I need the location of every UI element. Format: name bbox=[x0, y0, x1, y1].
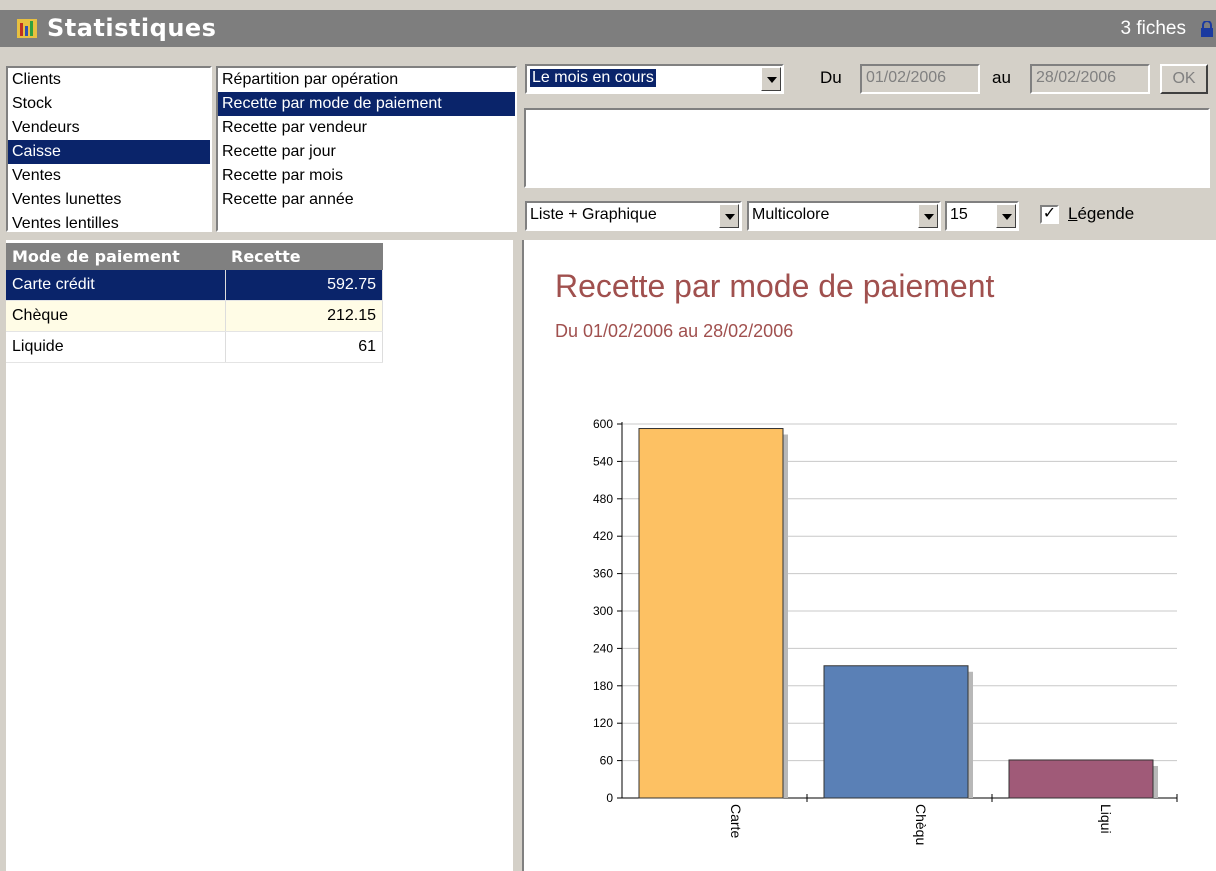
y-tick-label: 120 bbox=[593, 716, 613, 730]
y-tick-label: 300 bbox=[593, 604, 613, 618]
y-tick-label: 600 bbox=[593, 417, 613, 431]
y-tick-label: 240 bbox=[593, 641, 613, 655]
y-tick-label: 420 bbox=[593, 529, 613, 543]
ok-button[interactable]: OK bbox=[1160, 64, 1208, 94]
bar-chart: 0 60 120 180 240 300 360 420 480 540 600 Carte Chèqu… bbox=[593, 417, 1178, 845]
category-item-vendeurs[interactable]: Vendeurs bbox=[8, 116, 210, 140]
view-mode-select[interactable]: Liste + Graphique bbox=[525, 201, 742, 231]
table-cell-mode: Liquide bbox=[6, 331, 226, 363]
table-row[interactable]: Carte crédit 592.75 bbox=[6, 270, 383, 301]
table-cell-mode: Carte crédit bbox=[6, 270, 226, 301]
chevron-down-icon[interactable] bbox=[719, 204, 739, 228]
x-tick-label: Carte bbox=[728, 804, 744, 838]
chart-subtitle: Du 01/02/2006 au 28/02/2006 bbox=[555, 321, 794, 341]
y-tick-label: 60 bbox=[600, 754, 614, 768]
legend-label[interactable]: Légende bbox=[1068, 204, 1134, 224]
category-item-ventes-lentilles[interactable]: Ventes lentilles bbox=[8, 212, 210, 236]
category-item-caisse[interactable]: Caisse bbox=[8, 140, 210, 164]
report-list[interactable]: Répartition par opération Recette par mo… bbox=[216, 66, 517, 232]
pane-splitter[interactable] bbox=[512, 240, 524, 871]
chevron-down-icon[interactable] bbox=[918, 204, 938, 228]
report-item-annee[interactable]: Recette par année bbox=[218, 188, 515, 212]
bar bbox=[1008, 759, 1154, 799]
chevron-down-icon[interactable] bbox=[996, 204, 1016, 228]
size-select[interactable]: 15 bbox=[945, 201, 1019, 231]
date-from-field[interactable]: 01/02/2006 bbox=[860, 64, 980, 94]
y-tick-label: 480 bbox=[593, 492, 613, 506]
x-tick-label: Liqui bbox=[1098, 804, 1114, 834]
category-item-ventes-lunettes[interactable]: Ventes lunettes bbox=[8, 188, 210, 212]
period-select-value: Le mois en cours bbox=[529, 68, 657, 88]
table-header-row: Mode de paiement Recette bbox=[6, 243, 383, 270]
bar bbox=[823, 665, 969, 799]
view-mode-value: Liste + Graphique bbox=[530, 206, 657, 223]
table-row[interactable]: Chèque 212.15 bbox=[6, 300, 383, 332]
report-item-mois[interactable]: Recette par mois bbox=[218, 164, 515, 188]
report-item-repartition[interactable]: Répartition par opération bbox=[218, 68, 515, 92]
date-from-label: Du bbox=[820, 68, 842, 87]
results-table: Mode de paiement Recette Carte crédit 59… bbox=[6, 243, 383, 363]
size-value: 15 bbox=[950, 206, 968, 223]
filter-area[interactable] bbox=[524, 108, 1210, 188]
period-select[interactable]: Le mois en cours bbox=[525, 64, 784, 94]
window-title: Statistiques bbox=[47, 14, 217, 42]
table-cell-recette: 212.15 bbox=[225, 300, 383, 332]
y-tick-label: 180 bbox=[593, 679, 613, 693]
legend-checkbox[interactable]: ✓ bbox=[1040, 205, 1059, 224]
color-scheme-value: Multicolore bbox=[752, 206, 830, 223]
category-item-clients[interactable]: Clients bbox=[8, 68, 210, 92]
legend-label-rest: égende bbox=[1077, 204, 1135, 223]
table-cell-recette: 61 bbox=[225, 331, 383, 363]
column-header-mode[interactable]: Mode de paiement bbox=[6, 243, 225, 270]
statistics-icon bbox=[17, 19, 37, 38]
category-list[interactable]: Clients Stock Vendeurs Caisse Ventes Ven… bbox=[6, 66, 212, 232]
column-header-recette[interactable]: Recette bbox=[225, 243, 383, 270]
category-item-ventes[interactable]: Ventes bbox=[8, 164, 210, 188]
chart-title: Recette par mode de paiement bbox=[555, 268, 995, 304]
date-to-label: au bbox=[992, 68, 1011, 87]
table-row[interactable]: Liquide 61 bbox=[6, 331, 383, 363]
date-to-field[interactable]: 28/02/2006 bbox=[1030, 64, 1150, 94]
table-cell-recette: 592.75 bbox=[225, 270, 383, 301]
report-item-jour[interactable]: Recette par jour bbox=[218, 140, 515, 164]
y-tick-label: 360 bbox=[593, 567, 613, 581]
report-item-vendeur[interactable]: Recette par vendeur bbox=[218, 116, 515, 140]
lock-icon[interactable] bbox=[1200, 21, 1214, 37]
bar bbox=[638, 428, 784, 799]
y-tick-label: 540 bbox=[593, 454, 613, 468]
category-item-stock[interactable]: Stock bbox=[8, 92, 210, 116]
table-cell-mode: Chèque bbox=[6, 300, 226, 332]
report-item-mode-paiement[interactable]: Recette par mode de paiement bbox=[218, 92, 515, 116]
record-count: 3 fiches bbox=[1120, 18, 1186, 39]
chevron-down-icon[interactable] bbox=[761, 67, 781, 91]
y-tick-label: 0 bbox=[606, 791, 613, 805]
x-tick-label: Chèqu bbox=[913, 804, 929, 845]
color-scheme-select[interactable]: Multicolore bbox=[747, 201, 941, 231]
title-bar: Statistiques 3 fiches bbox=[0, 10, 1216, 47]
